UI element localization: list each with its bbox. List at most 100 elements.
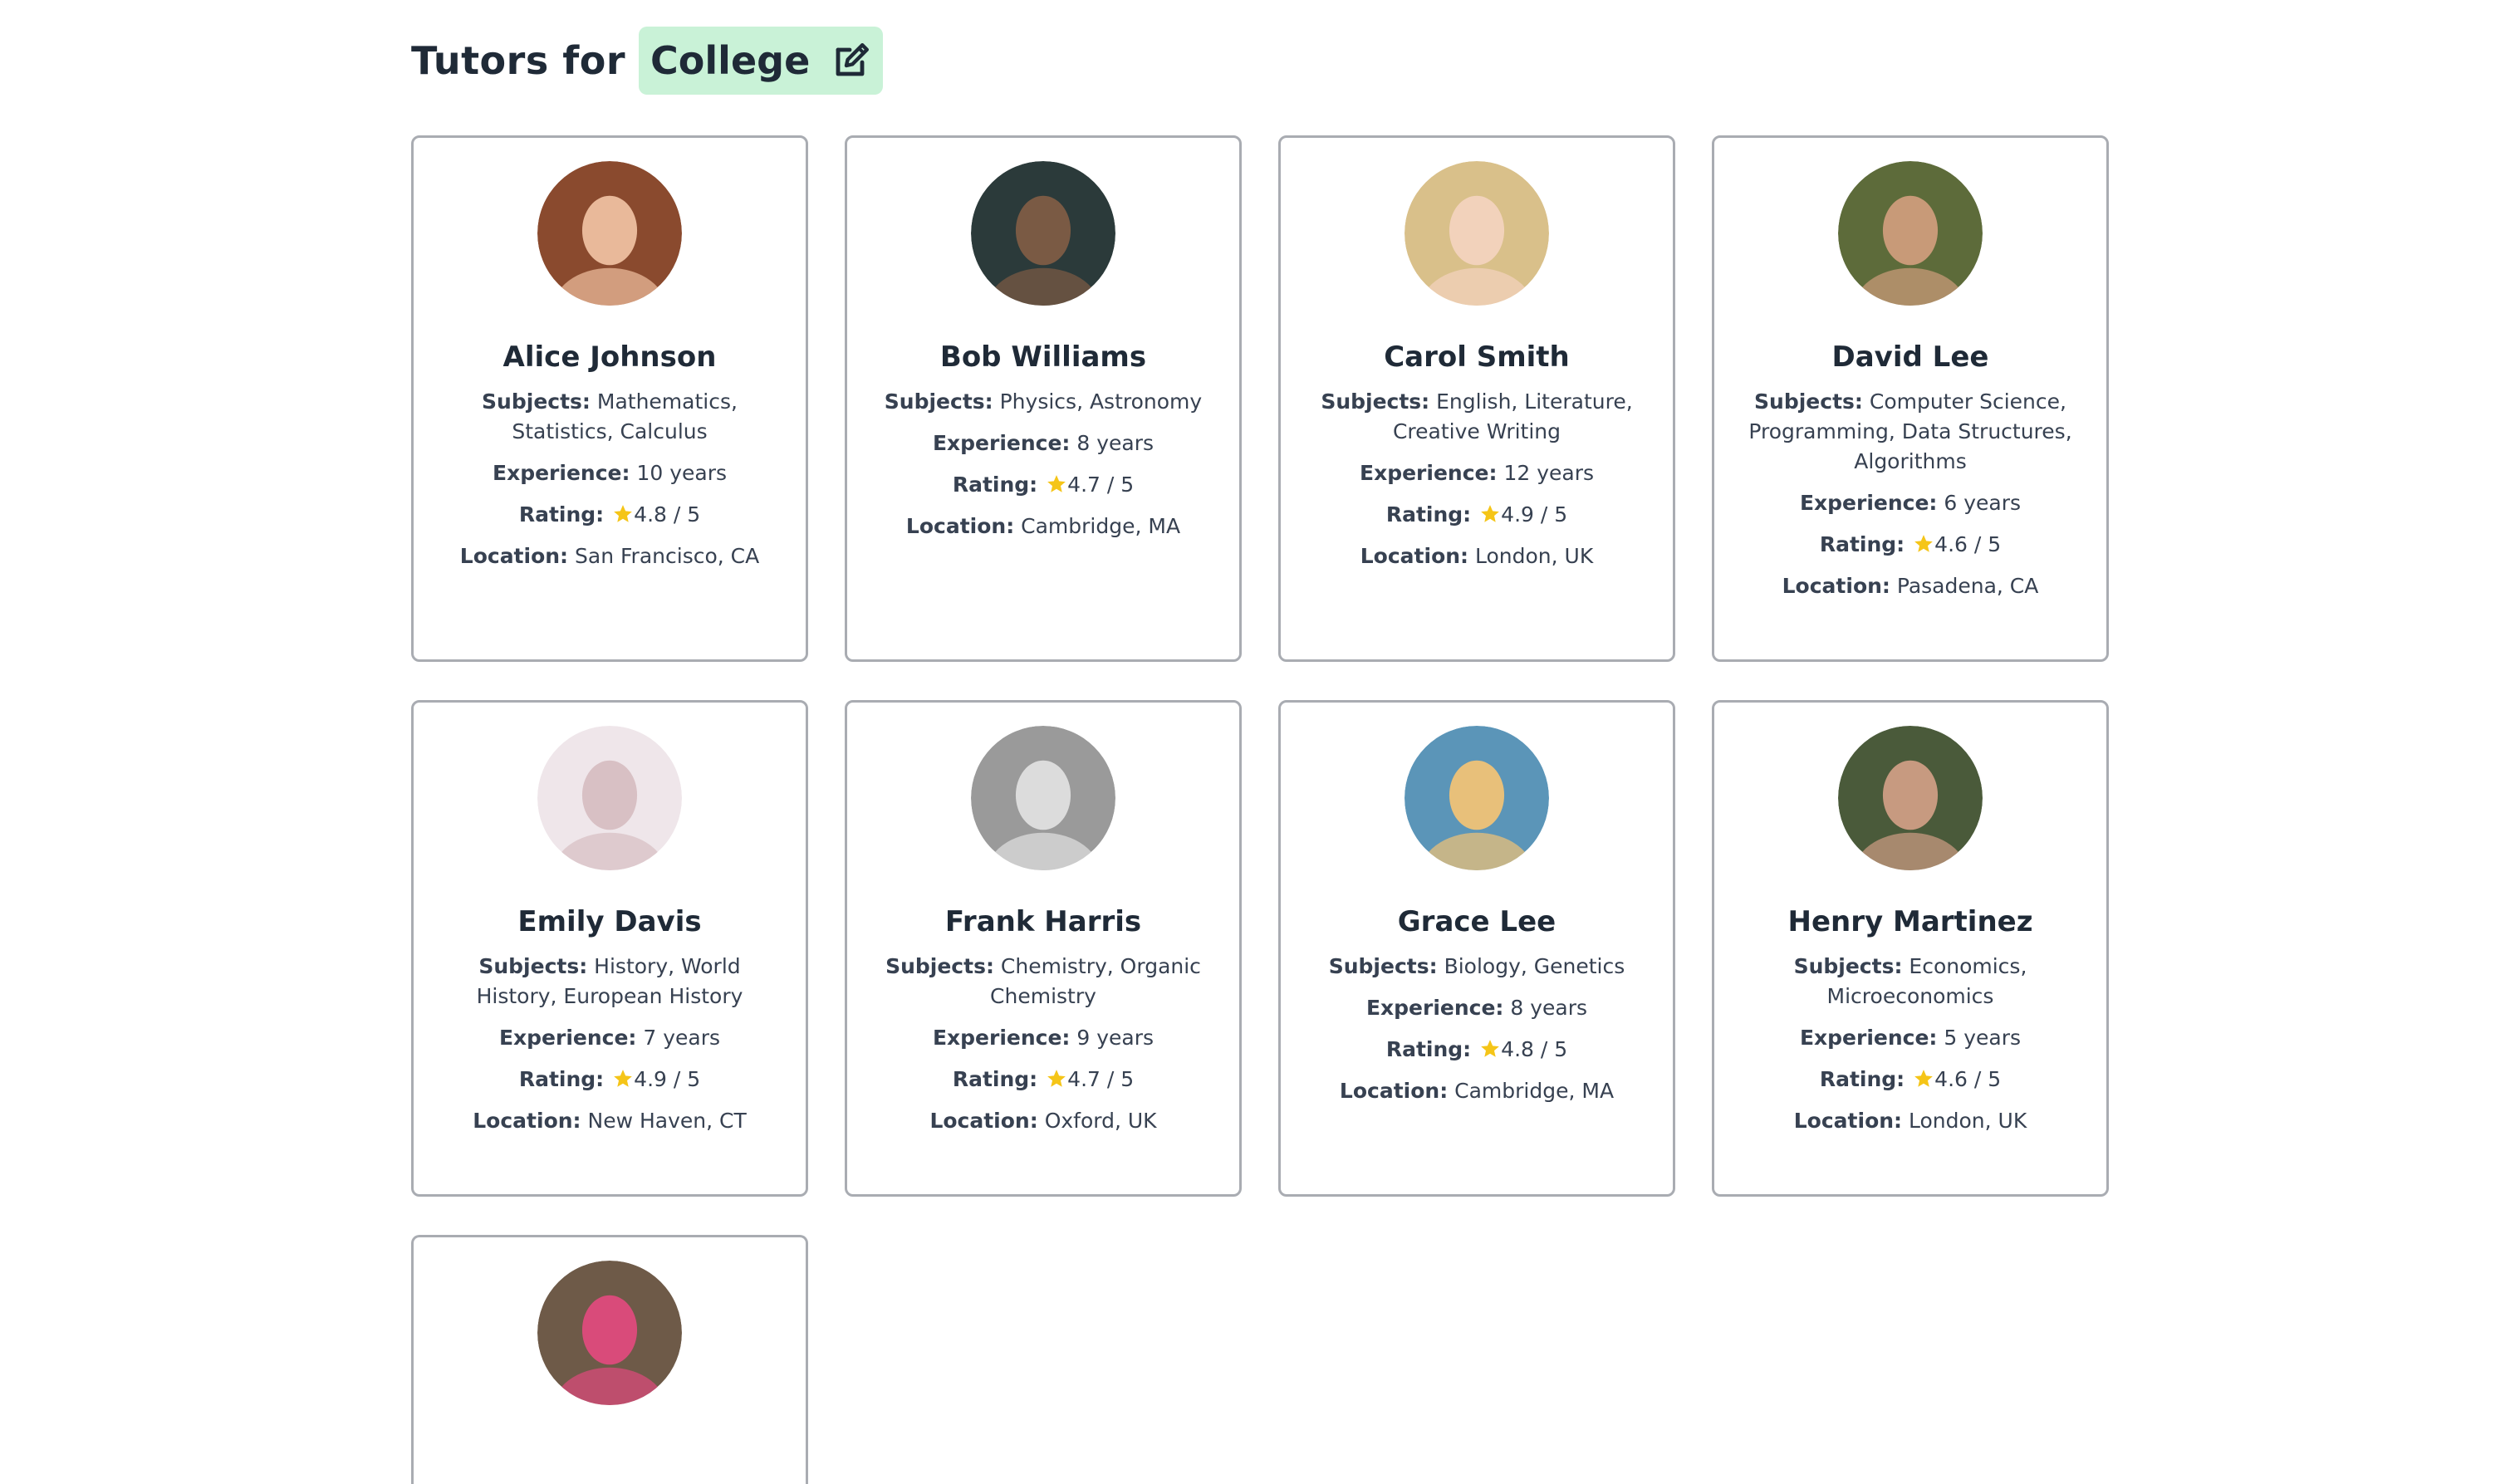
avatar [1838,726,1983,870]
tutor-subjects: Subjects: Biology, Genetics [1301,952,1654,982]
tutor-experience-label: Experience: [1360,461,1498,485]
star-icon [1047,1070,1066,1087]
tutor-experience-label: Experience: [1365,996,1504,1020]
star-icon [614,1070,633,1087]
avatar [1838,161,1983,306]
star-icon [1914,1070,1934,1087]
main-content: Tutors for College Alice Johnson Subjects… [411,0,2109,1484]
tutor-experience-label: Experience: [1799,491,1938,515]
tutor-location-value: Cambridge, MA [1021,514,1181,538]
tutor-location-label: Location: [929,1109,1038,1133]
tutor-experience-value: 10 years [636,461,727,485]
tutor-rating-label: Rating: [518,1067,605,1091]
tutor-subjects: Subjects: Computer Science, Programming,… [1714,387,2106,477]
level-selector-button[interactable]: College [639,27,884,95]
tutor-rating-value: 4.7 / 5 [1067,473,1135,497]
tutor-location-label: Location: [473,1109,581,1133]
tutor-rating-value: 4.6 / 5 [1934,532,2002,556]
tutor-subjects-label: Subjects: [1754,389,1863,414]
tutor-rating-label: Rating: [518,502,605,527]
tutor-subjects: Subjects: History, World History, Europe… [414,952,806,1011]
star-icon [1481,1040,1500,1057]
tutor-subjects: Subjects: Physics, Astronomy [856,387,1230,417]
tutor-rating: Rating: 4.7 / 5 [924,470,1162,500]
tutor-location-label: Location: [1793,1109,1903,1133]
tutor-location: Location: Pasadena, CA [1754,571,2067,601]
tutor-rating-value: 4.7 / 5 [1067,1067,1135,1091]
tutor-experience-value: 9 years [1076,1026,1155,1050]
tutor-location-value: New Haven, CT [587,1109,747,1133]
avatar [1405,161,1549,306]
tutor-rating: Rating: 4.7 / 5 [924,1065,1162,1095]
tutor-rating: Rating: 4.8 / 5 [491,500,728,530]
tutor-experience-value: 7 years [643,1026,721,1050]
tutor-card[interactable]: Henry Martinez Subjects: Economics, Micro… [1712,700,2109,1197]
tutor-subjects: Subjects: Chemistry, Organic Chemistry [847,952,1239,1011]
tutor-rating: Rating: 4.9 / 5 [1358,500,1596,530]
tutor-subjects-value: Biology, Genetics [1444,954,1625,978]
tutor-name: Frank Harris [944,905,1142,938]
star-icon [614,505,633,522]
tutor-subjects-label: Subjects: [885,954,994,978]
tutor-subjects-label: Subjects: [1328,954,1438,978]
tutor-subjects-label: Subjects: [1321,389,1430,414]
tutor-location-value: London, UK [1475,544,1594,568]
edit-icon[interactable] [831,41,871,81]
tutor-card[interactable]: Bob Williams Subjects: Physics, Astronomy… [845,135,1242,662]
tutor-subjects: Subjects: Mathematics, Statistics, Calcu… [414,387,806,447]
tutor-experience-label: Experience: [498,1026,637,1050]
tutor-experience-label: Experience: [1799,1026,1938,1050]
tutor-subjects: Subjects: English, Literature, Creative … [1281,387,1673,447]
tutor-card[interactable]: Emily Davis Subjects: History, World Hist… [411,700,808,1197]
tutor-experience: Experience: 5 years [1772,1023,2049,1053]
tutor-rating-value: 4.9 / 5 [634,1067,701,1091]
avatar [537,1261,682,1405]
tutor-subjects-value: English, Literature, Creative Writing [1392,389,1633,443]
tutor-experience-value: 8 years [1076,431,1155,455]
tutor-experience-value: 8 years [1510,996,1588,1020]
tutor-experience: Experience: 6 years [1772,488,2049,518]
tutor-rating-value: 4.8 / 5 [1501,1037,1568,1061]
tutor-subjects-label: Subjects: [1793,954,1903,978]
tutor-rating-value: 4.8 / 5 [634,502,701,527]
tutor-location: Location: London, UK [1766,1106,2055,1136]
tutor-card[interactable]: Carol Smith Subjects: English, Literature… [1278,135,1675,662]
tutor-rating-label: Rating: [952,473,1038,497]
tutor-experience-value: 12 years [1503,461,1594,485]
tutor-card[interactable]: Alice Johnson Subjects: Mathematics, Stat… [411,135,808,662]
tutor-experience-label: Experience: [493,461,630,485]
tutor-card[interactable]: Grace Lee Subjects: Biology, Genetics Expe… [1278,700,1675,1197]
tutor-subjects-label: Subjects: [884,389,993,414]
avatar [537,161,682,306]
tutor-rating-label: Rating: [1819,532,1905,556]
tutor-location-label: Location: [1360,544,1469,568]
tutor-name: Emily Davis [517,905,702,938]
tutor-location-value: San Francisco, CA [575,544,760,568]
tutor-subjects: Subjects: Economics, Microeconomics [1714,952,2106,1011]
tutor-rating-label: Rating: [1385,1037,1472,1061]
tutor-location: Location: Cambridge, MA [1311,1076,1642,1106]
tutor-card[interactable]: Frank Harris Subjects: Chemistry, Organic… [845,700,1242,1197]
tutor-location-value: Oxford, UK [1044,1109,1157,1133]
tutor-subjects-label: Subjects: [482,389,591,414]
tutor-location-value: Pasadena, CA [1896,574,2039,598]
star-icon [1481,505,1500,522]
tutor-experience-label: Experience: [932,431,1071,455]
tutor-card[interactable] [411,1235,808,1484]
tutor-card[interactable]: David Lee Subjects: Computer Science, Pro… [1712,135,2109,662]
tutor-location: Location: London, UK [1332,541,1621,571]
tutor-experience: Experience: 9 years [904,1023,1182,1053]
star-icon [1914,535,1934,552]
tutor-location-label: Location: [1339,1079,1449,1103]
tutor-experience: Experience: 12 years [1331,458,1622,488]
tutor-rating-value: 4.6 / 5 [1934,1067,2002,1091]
tutor-location-label: Location: [1782,574,1890,598]
tutor-experience-label: Experience: [932,1026,1071,1050]
page-title-prefix: Tutors for [411,38,626,83]
tutor-location-value: Cambridge, MA [1454,1079,1615,1103]
tutor-location: Location: San Francisco, CA [432,541,787,571]
avatar [971,726,1115,870]
tutor-location-label: Location: [905,514,1015,538]
tutor-location-label: Location: [459,544,569,568]
avatar [537,726,682,870]
